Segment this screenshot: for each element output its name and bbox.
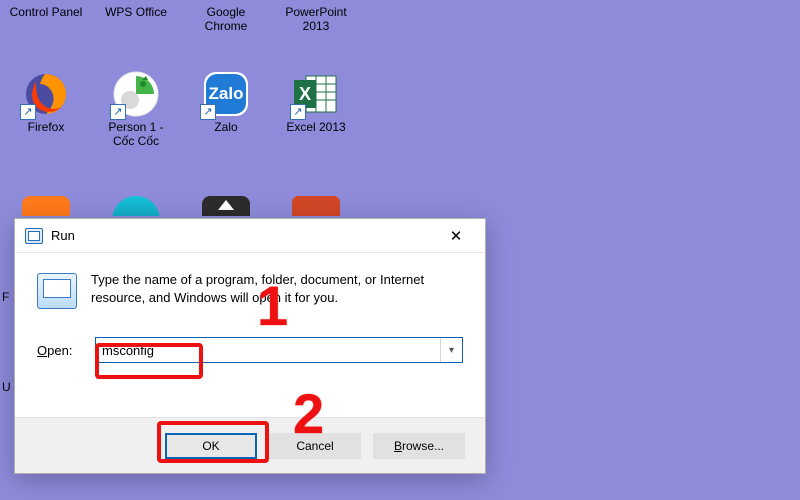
desktop-icon-label: PowerPoint 2013 [274, 5, 358, 33]
run-dialog: Run ✕ Type the name of a program, folder… [14, 218, 486, 474]
close-button[interactable]: ✕ [433, 221, 479, 251]
firefox-icon [22, 70, 70, 118]
cropped-icon [22, 196, 70, 216]
shortcut-overlay-icon [290, 104, 306, 120]
shortcut-overlay-icon [20, 104, 36, 120]
desktop-icon-excel-2013[interactable]: X Excel 2013 [274, 70, 358, 134]
desktop-icon-label: Person 1 - Cốc Cốc [94, 120, 178, 148]
close-icon: ✕ [450, 227, 463, 245]
shortcut-overlay-icon [110, 104, 126, 120]
desktop-icon-label: Zalo [184, 120, 268, 134]
button-label: Browse... [394, 439, 444, 453]
open-input[interactable] [96, 338, 440, 362]
desktop-icon-label: Firefox [4, 120, 88, 134]
run-body-icon [37, 273, 77, 309]
cropped-label: F [2, 290, 9, 304]
dialog-title: Run [51, 228, 75, 243]
dialog-body: Type the name of a program, folder, docu… [15, 253, 485, 363]
desktop-icon-google-chrome[interactable]: Google Chrome [184, 3, 268, 33]
ok-button[interactable]: OK [165, 433, 257, 459]
cropped-icon [112, 196, 160, 216]
browse-button[interactable]: Browse... [373, 433, 465, 459]
desktop-icon-label: Google Chrome [184, 5, 268, 33]
desktop-icon-powerpoint-2013[interactable]: PowerPoint 2013 [274, 3, 358, 33]
button-label: OK [202, 439, 219, 453]
open-label: Open: [37, 343, 81, 358]
cancel-button[interactable]: Cancel [269, 433, 361, 459]
titlebar[interactable]: Run ✕ [15, 219, 485, 253]
desktop-icon-coccoc[interactable]: Person 1 - Cốc Cốc [94, 70, 178, 148]
coccoc-icon [112, 70, 160, 118]
svg-text:Zalo: Zalo [209, 84, 244, 103]
cropped-label: U [2, 380, 11, 394]
excel-icon: X [292, 70, 340, 118]
cropped-icon [202, 196, 250, 216]
chevron-down-icon[interactable]: ▾ [440, 338, 462, 362]
button-label: Cancel [296, 439, 333, 453]
open-combobox[interactable]: ▾ [95, 337, 463, 363]
cropped-icon [292, 196, 340, 216]
desktop-icon-control-panel[interactable]: Control Panel [4, 3, 88, 19]
button-bar: OK Cancel Browse... [15, 417, 485, 473]
zalo-icon: Zalo [202, 70, 250, 118]
desktop-row-3-cropped [4, 196, 464, 216]
instruction-text: Type the name of a program, folder, docu… [91, 271, 451, 309]
desktop-icon-zalo[interactable]: Zalo Zalo [184, 70, 268, 134]
desktop-icon-label: Excel 2013 [274, 120, 358, 134]
svg-text:X: X [299, 84, 311, 104]
desktop-icon-label: Control Panel [4, 5, 88, 19]
desktop-icon-wps-office[interactable]: WPS Office [94, 3, 178, 19]
shortcut-overlay-icon [200, 104, 216, 120]
desktop-icon-label: WPS Office [94, 5, 178, 19]
run-app-icon [25, 228, 43, 244]
desktop-icon-firefox[interactable]: Firefox [4, 70, 88, 134]
